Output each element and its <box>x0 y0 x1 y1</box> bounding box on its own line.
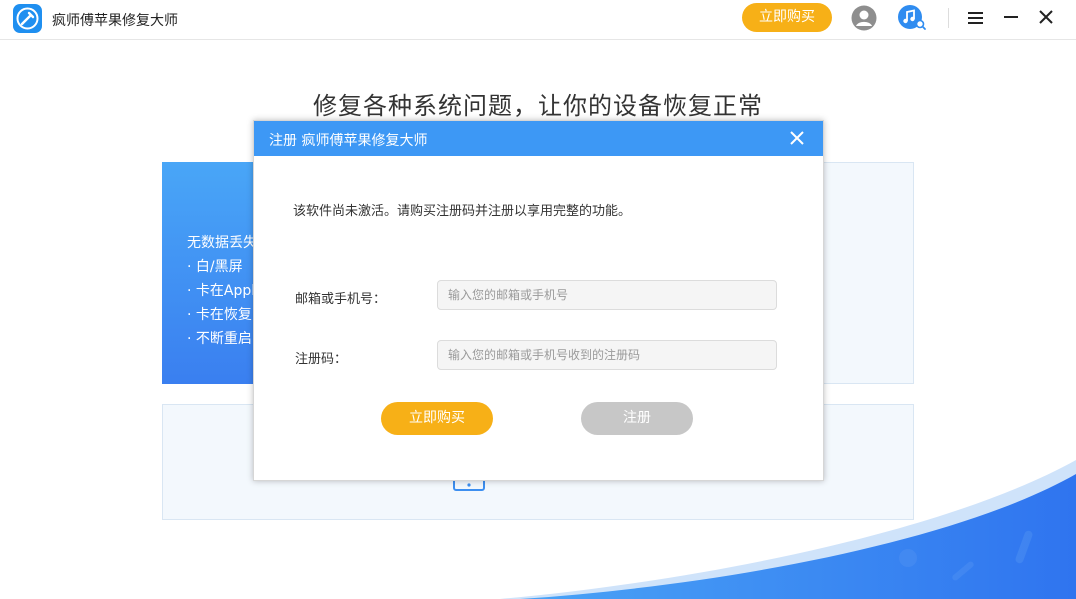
feature-item: · 卡在Apple <box>187 283 254 299</box>
feature-list: 无数据丢失 · 白/黑屏 · 卡在Apple · 卡在恢复 · 不断重启 <box>162 162 254 384</box>
menu-icon[interactable] <box>968 10 984 24</box>
app-logo-icon <box>13 4 42 33</box>
feature-item: · 白/黑屏 <box>187 259 243 275</box>
feature-item: 无数据丢失 <box>187 235 254 251</box>
minimize-icon[interactable] <box>1004 16 1018 18</box>
register-dialog: 注册 疯师傅苹果修复大师 该软件尚未激活。请购买注册码并注册以享用完整的功能。 … <box>253 120 824 481</box>
dialog-header: 注册 疯师傅苹果修复大师 <box>254 121 823 156</box>
activation-message: 该软件尚未激活。请购买注册码并注册以享用完整的功能。 <box>293 204 632 219</box>
close-icon[interactable] <box>790 131 804 145</box>
feature-item: · 卡在恢复 <box>187 307 252 323</box>
email-field[interactable] <box>437 280 777 310</box>
buy-now-button[interactable]: 立即购买 <box>381 402 493 435</box>
dialog-title: 注册 疯师傅苹果修复大师 <box>269 133 428 149</box>
toolbar-separator <box>948 8 949 28</box>
register-button[interactable]: 注册 <box>581 402 693 435</box>
page-headline: 修复各种系统问题，让你的设备恢复正常 <box>313 92 763 120</box>
title-bar: 疯师傅苹果修复大师 立即购买 <box>0 0 1076 40</box>
music-search-icon[interactable] <box>897 4 927 32</box>
close-icon[interactable] <box>1038 9 1054 25</box>
app-title: 疯师傅苹果修复大师 <box>52 13 178 29</box>
email-label: 邮箱或手机号： <box>295 292 387 307</box>
code-label: 注册码： <box>295 352 348 367</box>
buy-now-button[interactable]: 立即购买 <box>742 3 832 32</box>
feature-item: · 不断重启 <box>187 331 252 347</box>
registration-code-field[interactable] <box>437 340 777 370</box>
user-icon[interactable] <box>851 5 877 31</box>
